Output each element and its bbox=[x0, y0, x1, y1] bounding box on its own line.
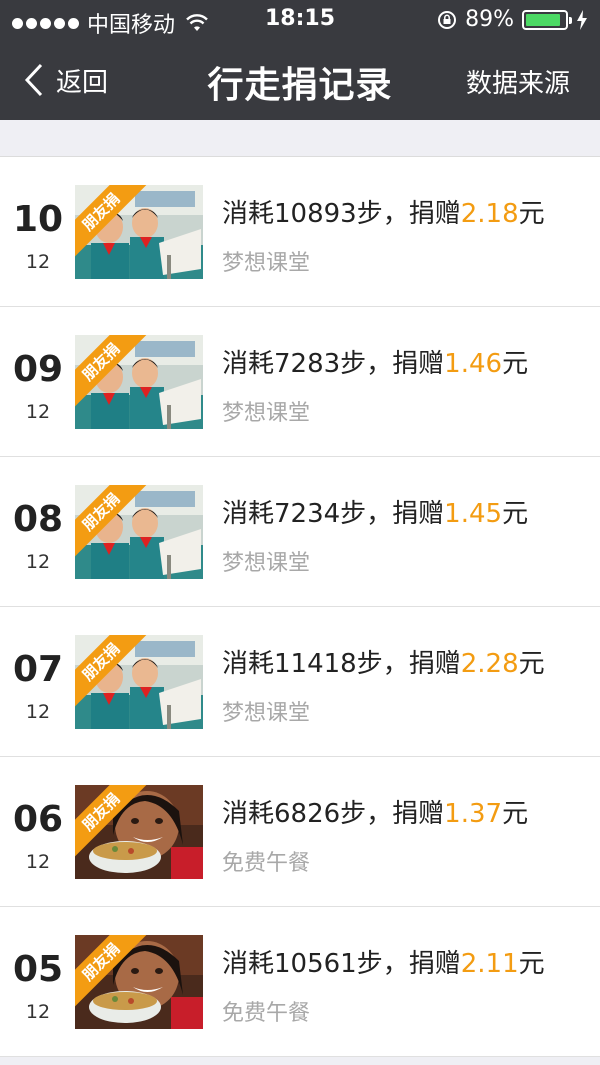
list-item[interactable]: 10 12 朋友捐 消耗10893步，捐赠2.18元 梦想课堂 bbox=[0, 157, 600, 307]
steps-text: 消耗11418步，捐赠 bbox=[222, 649, 461, 679]
record-day: 05 bbox=[12, 949, 64, 990]
record-day: 09 bbox=[12, 349, 64, 390]
section-spacer bbox=[0, 120, 600, 156]
record-month: 12 bbox=[25, 851, 51, 873]
list-item[interactable]: 07 12 朋友捐 消耗11418步，捐赠2.28元 梦想课堂 bbox=[0, 607, 600, 757]
donation-summary: 消耗7234步，捐赠1.45元 bbox=[222, 493, 528, 530]
project-name: 梦想课堂 bbox=[222, 701, 311, 726]
navigation-bar: 返回 行走捐记录 数据来源 bbox=[0, 40, 600, 120]
donation-amount: 2.18 bbox=[460, 199, 519, 229]
project-name: 免费午餐 bbox=[222, 851, 311, 876]
steps-text: 消耗10893步，捐赠 bbox=[222, 199, 461, 229]
list-item[interactable]: 09 12 朋友捐 消耗7283步，捐赠1.46元 梦想课堂 bbox=[0, 307, 600, 457]
list-item[interactable]: 08 12 朋友捐 消耗7234步，捐赠1.45元 梦想课堂 bbox=[0, 457, 600, 607]
donation-amount: 2.28 bbox=[460, 649, 519, 679]
record-day: 08 bbox=[12, 499, 64, 540]
currency-unit: 元 bbox=[518, 949, 545, 979]
record-month: 12 bbox=[25, 551, 51, 573]
list-item[interactable]: 06 12 朋友捐 消耗6826步，捐赠1.37元 免费午餐 bbox=[0, 757, 600, 907]
project-thumbnail: 朋友捐 bbox=[75, 635, 203, 729]
donation-summary: 消耗6826步，捐赠1.37元 bbox=[222, 793, 528, 830]
record-day: 06 bbox=[12, 799, 64, 840]
charging-icon bbox=[577, 9, 587, 30]
steps-text: 消耗6826步，捐赠 bbox=[222, 799, 445, 829]
data-source-button[interactable]: 数据来源 bbox=[466, 63, 570, 100]
list-item[interactable]: 05 12 朋友捐 消耗10561步，捐赠2.11元 免费午餐 bbox=[0, 907, 600, 1057]
record-month: 12 bbox=[25, 401, 51, 423]
project-thumbnail: 朋友捐 bbox=[75, 335, 203, 429]
orientation-lock-icon bbox=[438, 10, 457, 29]
donation-amount: 1.46 bbox=[444, 349, 503, 379]
project-thumbnail: 朋友捐 bbox=[75, 935, 203, 1029]
currency-unit: 元 bbox=[502, 349, 529, 379]
record-day: 07 bbox=[12, 649, 64, 690]
record-month: 12 bbox=[25, 251, 51, 273]
steps-text: 消耗7283步，捐赠 bbox=[222, 349, 445, 379]
project-name: 梦想课堂 bbox=[222, 401, 311, 426]
battery-percent: 89% bbox=[465, 7, 514, 32]
donation-amount: 1.45 bbox=[444, 499, 503, 529]
project-thumbnail: 朋友捐 bbox=[75, 485, 203, 579]
record-month: 12 bbox=[25, 701, 51, 723]
back-button[interactable]: 返回 bbox=[24, 60, 108, 100]
record-month: 12 bbox=[25, 1001, 51, 1023]
donation-summary: 消耗11418步，捐赠2.28元 bbox=[222, 643, 545, 680]
project-name: 梦想课堂 bbox=[222, 251, 311, 276]
battery-icon bbox=[522, 9, 572, 30]
currency-unit: 元 bbox=[502, 799, 529, 829]
project-name: 免费午餐 bbox=[222, 1001, 311, 1026]
donation-summary: 消耗10561步，捐赠2.11元 bbox=[222, 943, 545, 980]
steps-text: 消耗7234步，捐赠 bbox=[222, 499, 445, 529]
donation-summary: 消耗7283步，捐赠1.46元 bbox=[222, 343, 528, 380]
steps-text: 消耗10561步，捐赠 bbox=[222, 949, 461, 979]
currency-unit: 元 bbox=[518, 649, 545, 679]
donation-record-list: 10 12 朋友捐 消耗10893步，捐赠2.18元 梦想课堂 09 12 朋友… bbox=[0, 156, 600, 1057]
project-name: 梦想课堂 bbox=[222, 551, 311, 576]
currency-unit: 元 bbox=[518, 199, 545, 229]
project-thumbnail: 朋友捐 bbox=[75, 785, 203, 879]
project-thumbnail: 朋友捐 bbox=[75, 185, 203, 279]
status-bar: 中国移动 18:15 89% bbox=[0, 0, 600, 40]
record-day: 10 bbox=[12, 199, 64, 240]
back-label: 返回 bbox=[56, 67, 109, 98]
donation-amount: 1.37 bbox=[444, 799, 503, 829]
currency-unit: 元 bbox=[502, 499, 529, 529]
donation-amount: 2.11 bbox=[460, 949, 519, 979]
status-right: 89% bbox=[437, 7, 588, 32]
chevron-left-icon bbox=[24, 63, 43, 97]
donation-summary: 消耗10893步，捐赠2.18元 bbox=[222, 193, 545, 230]
